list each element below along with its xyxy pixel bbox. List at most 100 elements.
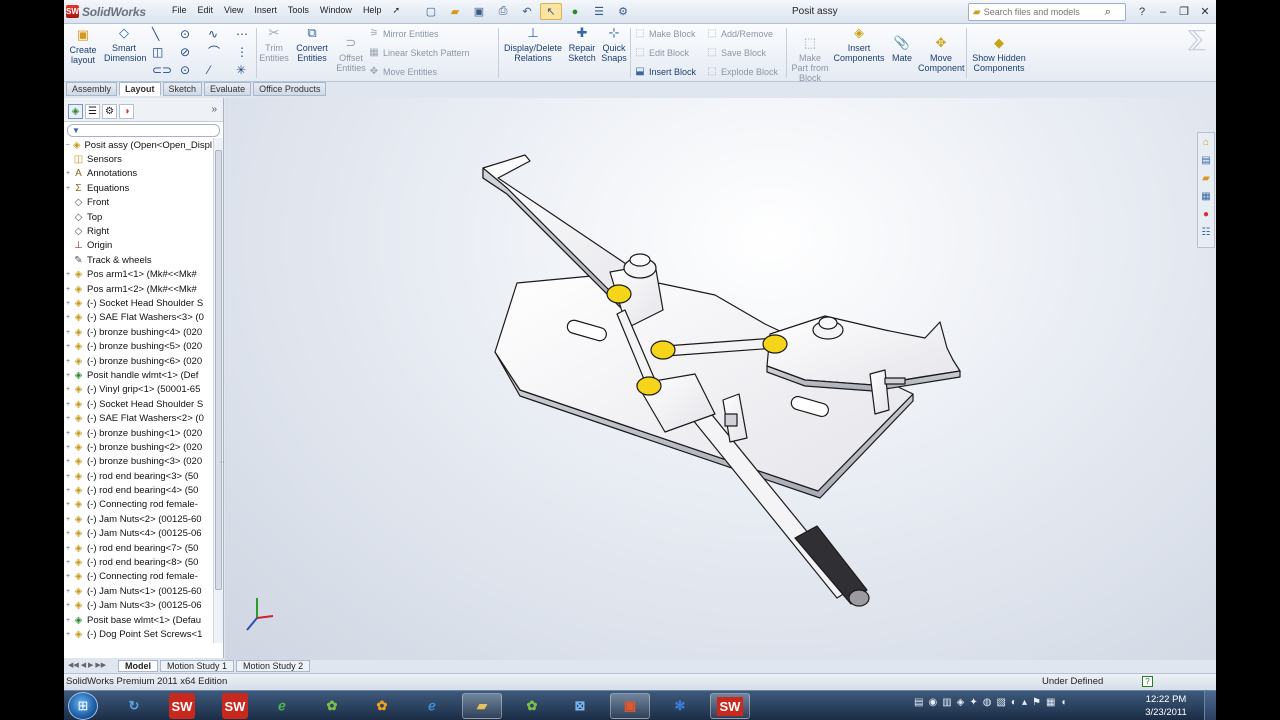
- menu-help[interactable]: Help: [363, 5, 382, 16]
- feature-tree-item[interactable]: ◇ Front: [64, 196, 212, 210]
- search-icon[interactable]: ⌕: [1105, 6, 1111, 19]
- sketch-fillet-icon[interactable]: ⁄: [208, 64, 210, 76]
- minimize-icon[interactable]: –: [1153, 3, 1173, 20]
- make-block-button[interactable]: ⬚ Make Block: [634, 28, 695, 39]
- tray-icon-2[interactable]: ◉: [928, 697, 937, 708]
- make-part-from-block-button[interactable]: ⬚ Make Part from Block: [790, 36, 830, 83]
- undo-icon[interactable]: ↶: [516, 3, 538, 20]
- offset-entities-button[interactable]: ⊃ Offset Entities: [334, 36, 368, 73]
- taskbar-office-icon[interactable]: ▣: [610, 693, 650, 719]
- feature-tree-scrollbar[interactable]: [213, 138, 223, 643]
- feature-tree-item[interactable]: + ◈ (-) bronze bushing<1> (020: [64, 426, 212, 440]
- taskbar-edrawings-icon[interactable]: ℯ: [262, 693, 302, 719]
- expand-toggle-icon[interactable]: +: [64, 516, 72, 523]
- feature-tree-item[interactable]: + ◈ (-) Connecting rod female-: [64, 570, 212, 584]
- graphics-viewport[interactable]: ⊕ ⊙ ↺ ◫ ◪ ▣ ◈ ● ◐ ▦ – ❐ ✕: [225, 98, 1216, 660]
- expand-toggle-icon[interactable]: +: [64, 314, 72, 321]
- tray-icon-4[interactable]: ◈: [957, 697, 965, 708]
- feature-tree-item[interactable]: + ◈ (-) bronze bushing<6> (020: [64, 354, 212, 368]
- save-block-button[interactable]: ⬚ Save Block: [706, 47, 766, 58]
- tray-icon-6[interactable]: ◍: [983, 697, 992, 708]
- expand-toggle-icon[interactable]: +: [64, 300, 72, 307]
- expand-toggle-icon[interactable]: +: [64, 545, 72, 552]
- mirror-entities-button[interactable]: ⚞ Mirror Entities: [368, 28, 439, 39]
- taskbar-internet-explorer-icon[interactable]: ℯ: [412, 693, 452, 719]
- taskbar-solidworks-2-icon[interactable]: SW: [222, 693, 248, 719]
- action-center-icon[interactable]: ⚑: [1032, 697, 1041, 708]
- feature-tree-item[interactable]: + ◈ (-) bronze bushing<5> (020: [64, 339, 212, 353]
- expand-toggle-icon[interactable]: +: [64, 501, 72, 508]
- feature-tree-item[interactable]: − ◈ Posit assy (Open<Open_Displ: [64, 138, 212, 152]
- tab-motion-study-1[interactable]: Motion Study 1: [160, 660, 235, 672]
- feature-tree-item[interactable]: ✎ Track & wheels: [64, 253, 212, 267]
- tab-nav-arrows[interactable]: ◀◀ ◀ ▶ ▶▶: [68, 661, 106, 669]
- tab-office-products[interactable]: Office Products: [253, 82, 327, 96]
- edit-block-button[interactable]: ⬚ Edit Block: [634, 47, 689, 58]
- expand-toggle-icon[interactable]: +: [64, 444, 72, 451]
- tray-icon-1[interactable]: ▤: [914, 697, 923, 708]
- taskbar-ie-refresh-icon[interactable]: ↻: [114, 693, 154, 719]
- feature-tree-item[interactable]: + ◈ (-) Dog Point Set Screws<1: [64, 627, 212, 641]
- feature-tree-item[interactable]: + ◈ (-) bronze bushing<4> (020: [64, 325, 212, 339]
- display-delete-relations-button[interactable]: ⊥ Display/Delete Relations: [502, 26, 564, 63]
- expand-toggle-icon[interactable]: +: [64, 559, 72, 566]
- create-layout-button[interactable]: ▣ Create layout: [68, 28, 98, 65]
- tab-sketch[interactable]: Sketch: [162, 82, 203, 96]
- options-icon[interactable]: ⚙: [612, 3, 634, 20]
- restore-icon[interactable]: ❐: [1174, 3, 1194, 20]
- menu-tools[interactable]: Tools: [288, 5, 309, 16]
- feature-tree-item[interactable]: + ◈ (-) rod end bearing<7> (50: [64, 541, 212, 555]
- circle-tool-icon[interactable]: ⊙: [180, 28, 190, 40]
- taskbar-app-icon[interactable]: ✿: [312, 693, 352, 719]
- expand-toggle-icon[interactable]: +: [64, 487, 72, 494]
- tray-icon-5[interactable]: ✦: [969, 697, 977, 708]
- expand-toggle-icon[interactable]: +: [64, 458, 72, 465]
- convert-entities-button[interactable]: ⧉ Convert Entities: [294, 26, 330, 63]
- feature-tree-item[interactable]: + ◈ (-) Connecting rod female-: [64, 498, 212, 512]
- feature-tree-item[interactable]: + ◈ (-) bronze bushing<2> (020: [64, 440, 212, 454]
- taskbar-snowflake-icon[interactable]: ✻: [660, 693, 700, 719]
- home-icon[interactable]: ⌂: [1198, 134, 1214, 151]
- mate-button[interactable]: 📎 Mate: [888, 36, 916, 63]
- tab-motion-study-2[interactable]: Motion Study 2: [236, 660, 311, 672]
- new-file-icon[interactable]: ▢: [420, 3, 442, 20]
- expand-toggle-icon[interactable]: +: [64, 573, 72, 580]
- expand-toggle-icon[interactable]: −: [64, 142, 71, 149]
- add-remove-button[interactable]: ⬚ Add/Remove: [706, 28, 773, 39]
- tab-assembly[interactable]: Assembly: [66, 82, 118, 96]
- design-library-icon[interactable]: ▤: [1198, 152, 1214, 169]
- taskbar-xpress-icon[interactable]: ⊠: [560, 693, 600, 719]
- feature-tree-item[interactable]: + ◈ (-) Jam Nuts<1> (00125-60: [64, 584, 212, 598]
- display-manager-tab-icon[interactable]: ◑: [119, 104, 134, 119]
- tab-model[interactable]: Model: [118, 660, 158, 672]
- expand-toggle-icon[interactable]: +: [64, 530, 72, 537]
- explode-block-button[interactable]: ⬚ Explode Block: [706, 66, 778, 77]
- menu-pin-icon[interactable]: ➚: [392, 5, 400, 16]
- feature-tree-item[interactable]: + ◈ (-) bronze bushing<3> (020: [64, 455, 212, 469]
- expand-toggle-icon[interactable]: +: [64, 473, 72, 480]
- feature-tree-item[interactable]: + ◈ Posit handle wlmt<1> (Def: [64, 368, 212, 382]
- tray-icon-3[interactable]: ▥: [942, 697, 951, 708]
- tab-layout[interactable]: Layout: [119, 82, 161, 96]
- insert-block-button[interactable]: ⬓ Insert Block: [634, 66, 696, 77]
- search-input[interactable]: [983, 7, 1102, 17]
- construction-icon[interactable]: ⋮: [236, 46, 248, 58]
- feature-tree-item[interactable]: + ◈ (-) Vinyl grip<1> (50001-65: [64, 383, 212, 397]
- feature-tree-item[interactable]: + ◈ (-) rod end bearing<3> (50: [64, 469, 212, 483]
- expand-toggle-icon[interactable]: +: [64, 631, 72, 638]
- feature-tree-item[interactable]: + ◈ Posit base wlmt<1> (Defau: [64, 613, 212, 627]
- volume-icon[interactable]: ◖: [1060, 697, 1066, 708]
- plane-sketch-icon[interactable]: ✳: [236, 64, 246, 76]
- show-desktop-button[interactable]: [1204, 691, 1216, 720]
- tree-filter[interactable]: ▼: [67, 124, 220, 137]
- repair-sketch-button[interactable]: ✚ Repair Sketch: [566, 26, 598, 63]
- feature-tree-item[interactable]: ◫ Sensors: [64, 152, 212, 166]
- expand-toggle-icon[interactable]: +: [64, 185, 72, 192]
- tray-icon-7[interactable]: ▧: [996, 697, 1005, 708]
- expand-toggle-icon[interactable]: +: [64, 286, 72, 293]
- view-palette-icon[interactable]: ▦: [1198, 188, 1214, 205]
- save-icon[interactable]: ▣: [468, 3, 490, 20]
- expand-toggle-icon[interactable]: +: [64, 358, 72, 365]
- feature-tree-item[interactable]: + ◈ (-) rod end bearing<8> (50: [64, 555, 212, 569]
- move-entities-button[interactable]: ✥ Move Entities: [368, 66, 437, 77]
